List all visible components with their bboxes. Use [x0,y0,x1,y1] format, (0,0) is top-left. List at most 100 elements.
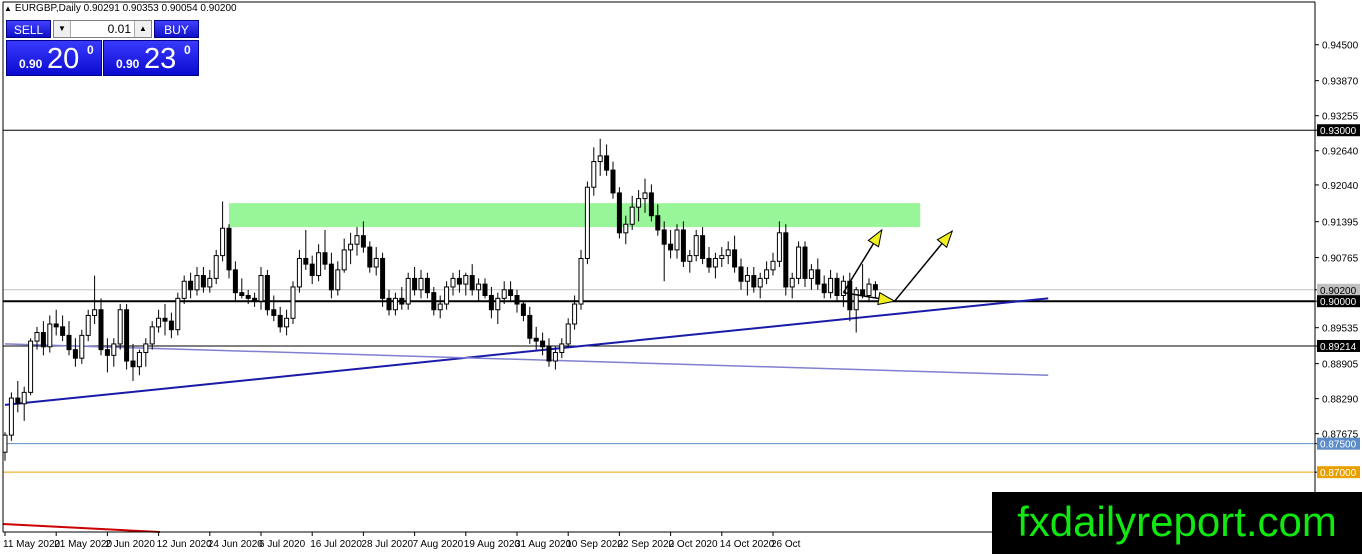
time-tick-label: 2 Oct 2020 [669,539,718,550]
candle [47,315,53,353]
buy-price-fraction: 0 [184,43,191,57]
candle-body-bull [316,252,322,277]
candle-body-bear [680,229,686,262]
time-tick-label: 16 Jul 2020 [310,539,362,550]
candle [156,309,162,333]
candle-body-bull [284,317,290,328]
candle [744,267,750,296]
price-tick-label: 0.94500 [1322,41,1359,52]
candle [488,286,494,319]
candle-body-bull [181,280,187,299]
price-tick-label: 0.92640 [1322,147,1359,158]
candle [386,289,392,316]
time-tick-label: 22 Sep 2020 [617,539,674,550]
candle [815,258,821,290]
candle-body-bull [584,186,590,259]
trendline-rising-support[interactable] [4,297,1049,406]
collapse-triangle-icon[interactable]: ▲ [4,4,12,13]
price-level-label: 0.89214 [1320,342,1357,353]
sell-button[interactable]: SELL [6,20,51,38]
candle-body-bull [578,257,584,305]
candle-body-bear [60,326,66,336]
candle [399,286,405,310]
candle-body-bear [72,349,78,359]
candle-body-bull [296,257,302,288]
candle-body-bear [424,277,430,294]
candle [648,184,654,222]
candle [764,261,770,285]
candle-body-bull [796,246,802,279]
price-tick-label: 0.88290 [1322,395,1359,406]
candle [194,267,200,296]
candle [373,247,379,276]
buy-button[interactable]: BUY [154,20,199,38]
arrow-head-right[interactable] [877,291,897,306]
sell-price-button[interactable]: 0.90 20 0 [6,40,102,76]
candle [162,304,168,336]
price-level-label: 0.87000 [1320,468,1357,479]
candle-body-bull [476,283,482,291]
candle [239,278,245,299]
time-tick-label: 7 Aug 2020 [413,539,464,550]
candle-body-bull [764,269,770,279]
candle [72,338,78,367]
candle [552,346,558,370]
candle-body-bear [277,314,283,328]
chart-title: ▲ EURGBP,Daily 0.90291 0.90353 0.90054 0.… [4,3,237,14]
candle-body-bull [207,277,213,288]
candle-body-bear [751,275,757,288]
candle [412,267,418,296]
candle [8,392,14,441]
candle-body-bear [412,277,418,291]
time-tick-label: 21 May 2020 [54,539,112,550]
candle-body-bull [194,275,200,291]
candle-body-bear [53,323,59,328]
candle-body-bear [360,235,366,248]
candle-body-bull [143,343,149,353]
candle [92,275,98,324]
candle-body-bear [604,155,610,171]
candle-body-bear [456,277,462,285]
time-tick-label: 2 Jun 2020 [105,539,155,550]
candle [520,301,526,322]
lot-decrease-icon[interactable]: ▼ [54,21,71,37]
candle [591,147,597,196]
trendline-descending[interactable] [4,343,1049,377]
arrow-head-up[interactable] [867,228,883,248]
time-tick-label: 14 Oct 2020 [720,539,775,550]
candle [821,275,827,299]
candle-body-bear [239,292,245,296]
candle-body-bull [348,243,354,251]
candle [322,229,328,270]
candle-body-bull [463,275,469,285]
candle-body-bull [808,269,814,279]
candle-body-bull [156,317,162,328]
candle-body-bear [232,269,238,294]
candle [264,269,270,316]
buy-price-button[interactable]: 0.90 23 0 [103,40,199,76]
one-click-trading-panel: SELL ▼ 0.01 ▲ BUY 0.90 20 0 0.90 23 0 [6,20,199,76]
lot-size-field[interactable]: ▼ 0.01 ▲ [53,20,152,38]
lot-size-value[interactable]: 0.01 [72,21,133,37]
lot-increase-icon[interactable]: ▲ [134,21,151,37]
price-chart[interactable]: 0.94500 0.93870 0.93255 0.93000 0.92640 0.920… [0,0,1362,554]
candle [188,272,194,299]
sell-price-pips: 20 [47,43,80,75]
candle [776,221,782,267]
candle [296,249,302,293]
candle-body-bear [834,277,840,296]
candle [168,312,174,339]
arrow-head-up[interactable] [936,229,954,249]
candle [738,258,744,290]
candle [540,332,546,356]
price-tick-label: 0.92040 [1322,181,1359,192]
candle-body-bull [79,334,85,359]
candle-body-bull [220,227,226,257]
candle [200,267,206,293]
candle [284,309,290,336]
price-level-label: 0.90000 [1320,297,1357,308]
candle-body-bear [706,257,712,268]
candle [565,318,571,347]
candle-body-bear [546,346,552,362]
candle [725,241,731,265]
